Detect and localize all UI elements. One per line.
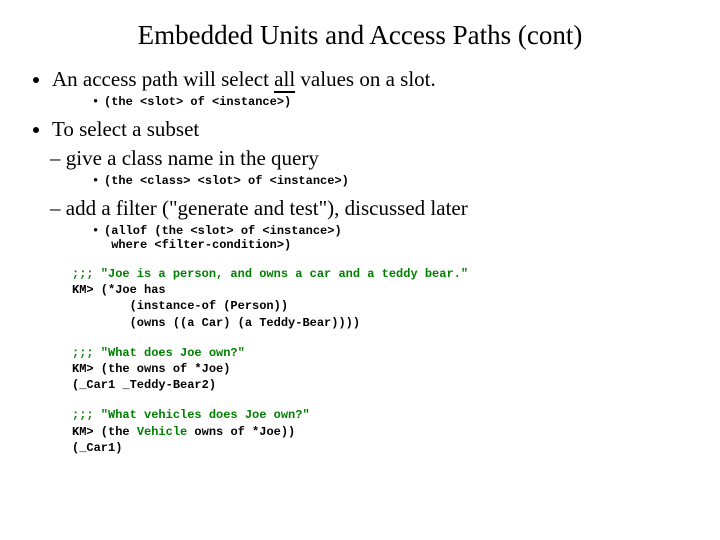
comment: ;;; "Joe is a person, and owns a car and…: [72, 267, 468, 281]
text: values on a slot.: [295, 67, 436, 91]
text: An access path will select: [52, 67, 274, 91]
code-line: owns of *Joe)): [187, 425, 295, 439]
example-1: ;;; "Joe is a person, and owns a car and…: [72, 266, 692, 331]
code-text: (the <slot> of <instance>): [104, 95, 291, 109]
bullet-list: An access path will select all values on…: [28, 67, 692, 92]
code-line: (_Car1 _Teddy-Bear2): [72, 378, 216, 392]
code-line: KM> (the owns of *Joe): [72, 362, 230, 376]
code-syntax-3: •(allof (the <slot> of <instance>) where…: [92, 224, 692, 252]
keyword-vehicle: Vehicle: [137, 425, 187, 439]
code-text: (the <class> <slot> of <instance>): [104, 174, 349, 188]
example-2: ;;; "What does Joe own?" KM> (the owns o…: [72, 345, 692, 394]
code-line: KM> (*Joe has: [72, 283, 166, 297]
comment: ;;; "What vehicles does Joe own?": [72, 408, 310, 422]
dash-classname: give a class name in the query: [50, 146, 692, 171]
comment: ;;; "What does Joe own?": [72, 346, 245, 360]
code-text: (allof (the <slot> of <instance>): [104, 224, 342, 238]
code-line: (owns ((a Car) (a Teddy-Bear)))): [72, 316, 360, 330]
bullet-access-path: An access path will select all values on…: [52, 67, 692, 92]
dash-list: give a class name in the query: [28, 146, 692, 171]
emph-all: all: [274, 67, 295, 93]
bullet-subset: To select a subset: [52, 117, 692, 142]
code-line: (instance-of (Person)): [72, 299, 288, 313]
code-syntax-1: •(the <slot> of <instance>): [92, 95, 692, 109]
slide-title: Embedded Units and Access Paths (cont): [28, 20, 692, 51]
code-line: KM> (the: [72, 425, 137, 439]
code-syntax-2: •(the <class> <slot> of <instance>): [92, 174, 692, 188]
example-3: ;;; "What vehicles does Joe own?" KM> (t…: [72, 407, 692, 456]
dash-filter: add a filter ("generate and test"), disc…: [50, 196, 692, 221]
code-text: where <filter-condition>): [104, 238, 291, 252]
dash-list-2: add a filter ("generate and test"), disc…: [28, 196, 692, 221]
bullet-list-2: To select a subset: [28, 117, 692, 142]
code-line: (_Car1): [72, 441, 122, 455]
